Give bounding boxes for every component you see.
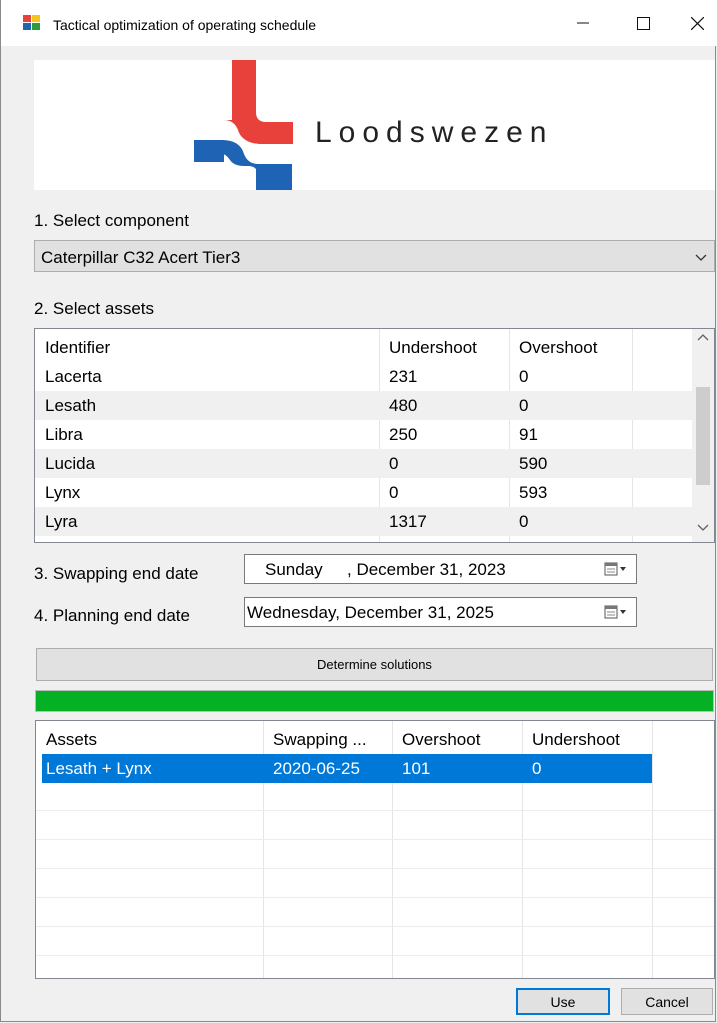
use-button[interactable]: Use: [516, 988, 610, 1015]
maximize-button[interactable]: [619, 0, 667, 46]
maximize-icon: [636, 16, 650, 30]
solutions-listview[interactable]: Assets Swapping ... Overshoot Undershoot…: [35, 720, 715, 979]
asset-identifier: Lacerta: [45, 367, 102, 386]
asset-undershoot: 0: [389, 454, 399, 473]
logo-panel: Loodswezen: [34, 60, 715, 190]
solution-swapping-date: 2020-06-25: [273, 759, 360, 778]
asset-identifier: Lyra: [45, 512, 78, 531]
asset-overshoot: 0: [519, 367, 529, 386]
swapping-date[interactable]: , December 31, 2023: [347, 560, 506, 580]
solution-undershoot: 0: [532, 759, 542, 778]
asset-overshoot: 91: [519, 425, 538, 444]
asset-overshoot: 590: [519, 454, 548, 473]
assets-scrollbar[interactable]: [692, 329, 714, 542]
asset-identifier: Lesath: [45, 396, 97, 415]
table-row[interactable]: Lesath 480 0: [35, 391, 692, 420]
asset-identifier: Lynx: [45, 483, 81, 502]
progress-bar: [35, 690, 714, 712]
swapping-day[interactable]: Sunday: [265, 560, 323, 580]
loodswezen-logo-icon: [194, 60, 293, 190]
table-row[interactable]: Lacerta 231 0: [35, 362, 692, 391]
column-header-identifier[interactable]: Identifier: [35, 333, 379, 362]
component-combobox-value: Caterpillar C32 Acert Tier3: [41, 248, 241, 267]
calendar-dropdown-icon[interactable]: [604, 605, 628, 619]
column-header-assets[interactable]: Assets: [36, 725, 263, 754]
asset-overshoot: 593: [519, 483, 548, 502]
solution-overshoot: 101: [402, 759, 431, 778]
column-header-overshoot[interactable]: Overshoot: [392, 725, 522, 754]
calendar-dropdown-icon[interactable]: [604, 562, 628, 576]
swapping-end-date-label: 3. Swapping end date: [34, 564, 199, 583]
chevron-down-icon: [695, 254, 707, 261]
solutions-header: Assets Swapping ... Overshoot Undershoot: [36, 725, 714, 754]
scroll-down-icon[interactable]: [697, 524, 709, 532]
logo-text: Loodswezen: [315, 116, 554, 149]
progress-fill: [36, 691, 713, 711]
asset-identifier: Lucida: [45, 454, 96, 473]
table-row[interactable]: Libra 250 91: [35, 420, 692, 449]
asset-identifier: Libra: [45, 425, 83, 444]
table-row[interactable]: Lynx 0 593: [35, 478, 692, 507]
select-component-label: 1. Select component: [34, 211, 189, 230]
asset-undershoot: 0: [389, 483, 399, 502]
asset-undershoot: 480: [389, 396, 418, 415]
dialog-window: Tactical optimization of operating sched…: [0, 0, 717, 1022]
planning-date[interactable]: Wednesday, December 31, 2025: [247, 603, 494, 623]
scrollbar-thumb[interactable]: [696, 387, 710, 485]
planning-end-date-label: 4. Planning end date: [34, 606, 190, 625]
component-combobox[interactable]: Caterpillar C32 Acert Tier3: [34, 240, 715, 272]
table-row[interactable]: Lesath + Lynx 2020-06-25 101 0: [42, 754, 652, 783]
minimize-icon: [577, 22, 589, 24]
planning-end-date-picker[interactable]: Wednesday, December 31, 2025: [244, 597, 637, 627]
app-icon: [23, 15, 40, 30]
column-header-overshoot[interactable]: Overshoot: [509, 333, 632, 362]
column-header-swapping[interactable]: Swapping ...: [263, 725, 392, 754]
close-button[interactable]: [673, 0, 717, 46]
asset-undershoot: 231: [389, 367, 418, 386]
asset-overshoot: 0: [519, 396, 529, 415]
minimize-button[interactable]: [559, 0, 607, 46]
asset-undershoot: 250: [389, 425, 418, 444]
asset-overshoot: 0: [519, 512, 529, 531]
column-header-undershoot[interactable]: Undershoot: [522, 725, 652, 754]
scroll-up-icon[interactable]: [697, 333, 709, 341]
select-assets-label: 2. Select assets: [34, 299, 155, 318]
table-row[interactable]: Lyra 1317 0: [35, 507, 692, 536]
close-icon: [690, 16, 704, 30]
swapping-end-date-picker[interactable]: Sunday , December 31, 2023: [244, 554, 637, 584]
title-bar: Tactical optimization of operating sched…: [1, 0, 717, 46]
window-title: Tactical optimization of operating sched…: [53, 17, 317, 33]
solution-assets: Lesath + Lynx: [46, 759, 152, 778]
determine-solutions-button[interactable]: Determine solutions: [36, 648, 713, 681]
cancel-button[interactable]: Cancel: [621, 988, 713, 1015]
assets-listview[interactable]: Identifier Undershoot Overshoot Lacerta …: [34, 328, 715, 543]
table-row[interactable]: Lucida 0 590: [35, 449, 692, 478]
asset-undershoot: 1317: [389, 512, 427, 531]
assets-header: Identifier Undershoot Overshoot: [35, 333, 692, 362]
column-header-undershoot[interactable]: Undershoot: [379, 333, 509, 362]
